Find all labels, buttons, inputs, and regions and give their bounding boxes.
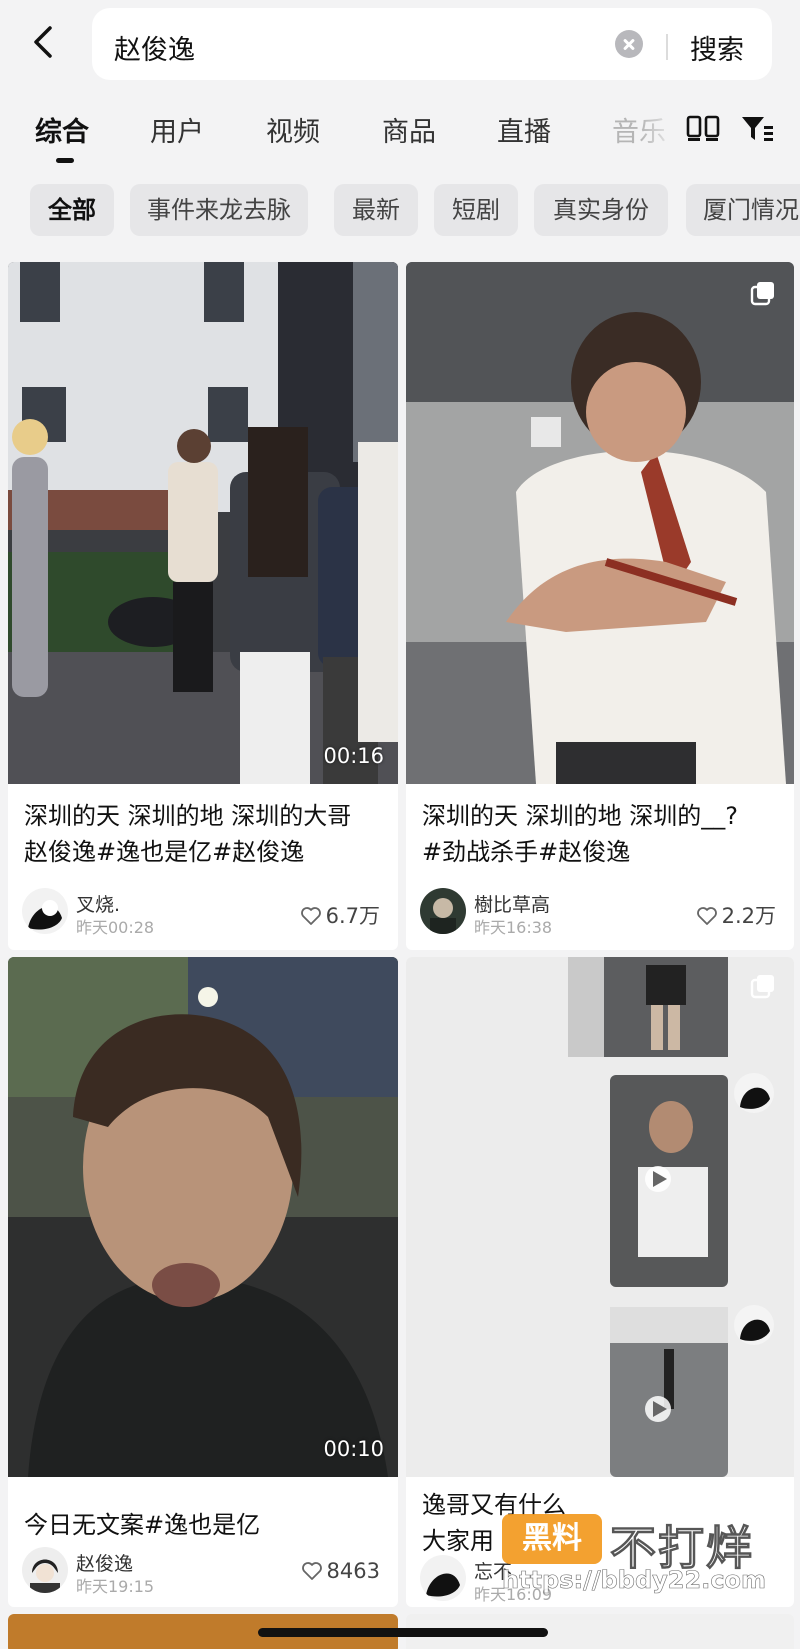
search-input[interactable]: 赵俊逸 bbox=[114, 28, 195, 67]
card-title: 今日无文案#逸也是亿 bbox=[24, 1507, 384, 1543]
active-tab-indicator bbox=[56, 158, 74, 163]
video-thumbnail bbox=[406, 957, 794, 1477]
clear-icon[interactable] bbox=[615, 30, 643, 58]
post-time: 昨天19:15 bbox=[76, 1577, 155, 1596]
card-title: 深圳的天 深圳的地 深圳的__? #劲战杀手#赵俊逸 bbox=[422, 798, 782, 870]
card-title-line: 今日无文案#逸也是亿 bbox=[24, 1511, 261, 1539]
avatar[interactable] bbox=[420, 888, 466, 934]
chip-latest[interactable]: 最新 bbox=[334, 184, 418, 236]
card-title-line: 深圳的天 深圳的地 深圳的大哥 bbox=[24, 802, 352, 830]
chip-xiamen[interactable]: 厦门情况 bbox=[686, 184, 800, 236]
video-card[interactable]: 00:16 深圳的天 深圳的地 深圳的大哥 赵俊逸#逸也是亿#赵俊逸 叉烧. 昨… bbox=[8, 262, 398, 950]
search-header: 赵俊逸 搜索 bbox=[0, 0, 800, 92]
watermark-badge: 黑料 bbox=[502, 1514, 602, 1564]
card-title-line: #劲战杀手#赵俊逸 bbox=[422, 838, 631, 866]
video-card[interactable]: 深圳的天 深圳的地 深圳的__? #劲战杀手#赵俊逸 樹比草高 昨天16:38 … bbox=[406, 262, 794, 950]
card-title-line: 赵俊逸#逸也是亿#赵俊逸 bbox=[24, 838, 305, 866]
divider bbox=[666, 34, 668, 60]
tab-videos[interactable]: 视频 bbox=[266, 110, 320, 149]
heart-icon bbox=[696, 907, 717, 925]
search-button[interactable]: 搜索 bbox=[690, 28, 744, 67]
like-count[interactable]: 2.2万 bbox=[696, 900, 776, 930]
tab-users[interactable]: 用户 bbox=[150, 110, 204, 149]
video-duration: 00:10 bbox=[323, 1437, 384, 1461]
video-thumbnail bbox=[8, 262, 398, 784]
tab-all[interactable]: 综合 bbox=[35, 110, 89, 149]
post-time: 昨天16:38 bbox=[474, 918, 553, 937]
chip-real-identity[interactable]: 真实身份 bbox=[534, 184, 668, 236]
back-arrow-icon[interactable] bbox=[28, 22, 58, 62]
like-count[interactable]: 8463 bbox=[301, 1559, 380, 1583]
multi-image-icon bbox=[750, 282, 774, 306]
dual-column-icon[interactable] bbox=[686, 114, 720, 142]
filter-icon[interactable] bbox=[740, 114, 774, 144]
author-name[interactable]: 赵俊逸 bbox=[76, 1549, 133, 1576]
multi-image-icon bbox=[750, 975, 774, 999]
watermark-url: https://bbdy22.com bbox=[502, 1566, 767, 1595]
author-name[interactable]: 叉烧. bbox=[76, 890, 120, 917]
tab-products[interactable]: 商品 bbox=[382, 110, 436, 149]
post-time: 昨天00:28 bbox=[76, 918, 155, 937]
card-title: 深圳的天 深圳的地 深圳的大哥 赵俊逸#逸也是亿#赵俊逸 bbox=[24, 798, 384, 870]
tab-fade bbox=[640, 100, 680, 160]
video-card[interactable]: 00:10 今日无文案#逸也是亿 赵俊逸 昨天19:15 8463 bbox=[8, 957, 398, 1607]
home-indicator[interactable] bbox=[258, 1628, 548, 1637]
like-count[interactable]: 6.7万 bbox=[300, 900, 380, 930]
watermark-logo: 黑料 不打烊 https://bbdy22.com bbox=[502, 1506, 792, 1595]
chip-all[interactable]: 全部 bbox=[30, 184, 114, 236]
heart-icon bbox=[301, 1562, 322, 1580]
like-count-value: 8463 bbox=[326, 1559, 380, 1583]
video-thumbnail bbox=[8, 957, 398, 1477]
like-count-value: 2.2万 bbox=[721, 904, 776, 928]
tab-live[interactable]: 直播 bbox=[497, 110, 551, 149]
chip-short-drama[interactable]: 短剧 bbox=[434, 184, 518, 236]
avatar[interactable] bbox=[22, 888, 68, 934]
avatar[interactable] bbox=[420, 1555, 466, 1601]
video-thumbnail bbox=[406, 262, 794, 784]
video-duration: 00:16 bbox=[323, 744, 384, 768]
card-title-line: 深圳的天 深圳的地 深圳的__? bbox=[422, 802, 738, 830]
filter-chips: 全部 事件来龙去脉 最新 短剧 真实身份 厦门情况 bbox=[0, 184, 800, 240]
like-count-value: 6.7万 bbox=[325, 904, 380, 928]
chip-story[interactable]: 事件来龙去脉 bbox=[130, 184, 308, 236]
avatar[interactable] bbox=[22, 1547, 68, 1593]
author-name[interactable]: 樹比草高 bbox=[474, 890, 550, 917]
search-box[interactable]: 赵俊逸 搜索 bbox=[92, 8, 772, 80]
heart-icon bbox=[300, 907, 321, 925]
category-tabs: 综合 用户 视频 商品 直播 音乐 bbox=[0, 100, 800, 170]
